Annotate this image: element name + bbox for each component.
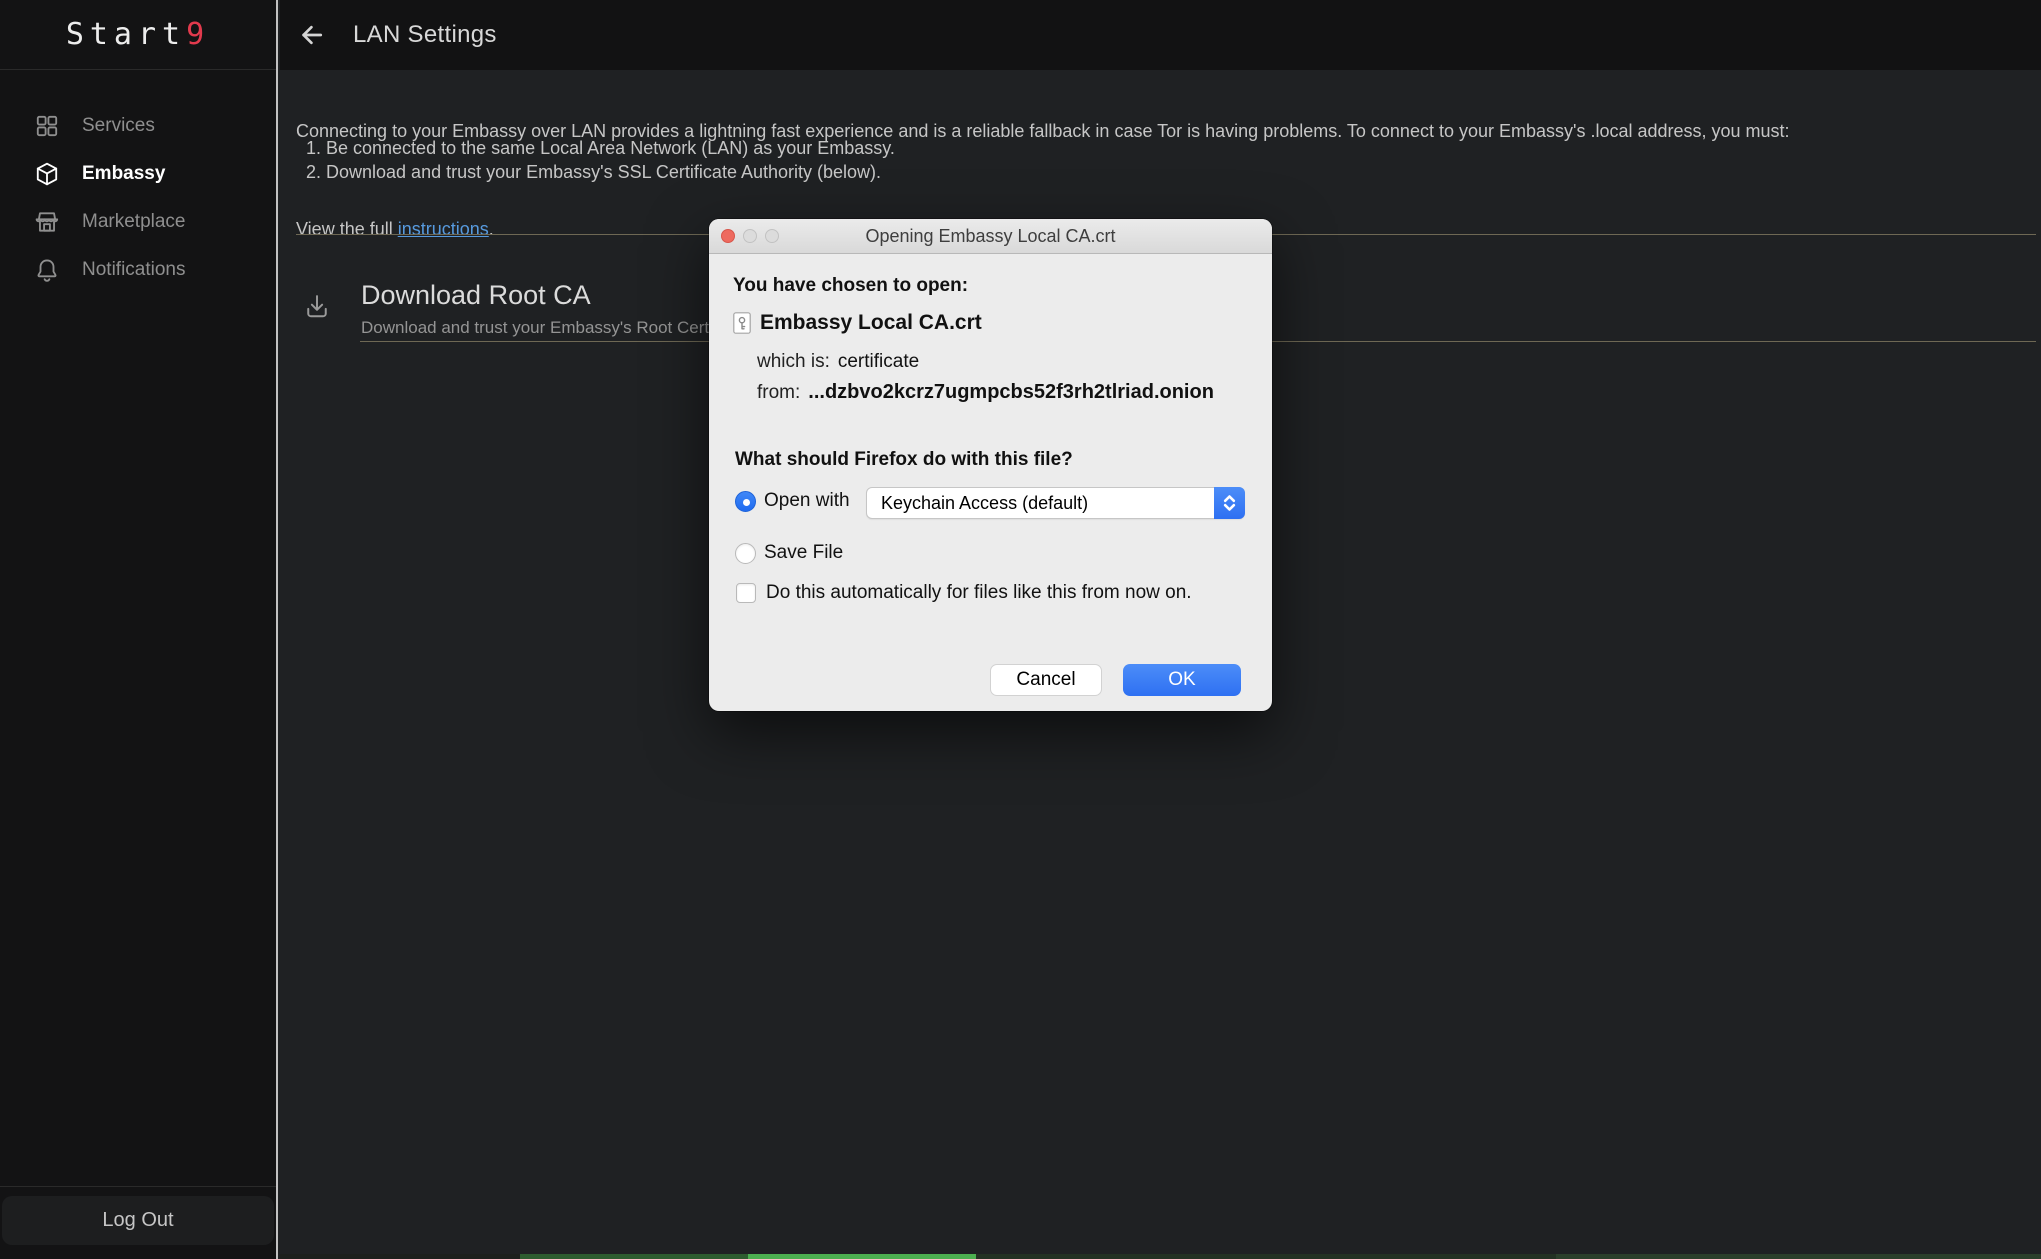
from-row: from: ...dzbvo2kcrz7ugmpcbs52f3rh2tlriad.… — [757, 381, 1214, 404]
app-root: Start9 Services Embassy Marketplace — [0, 0, 2041, 1259]
step-item: Be connected to the same Local Area Netw… — [326, 136, 895, 160]
save-file-radio[interactable] — [735, 543, 756, 564]
cube-icon — [34, 161, 60, 187]
file-name: Embassy Local CA.crt — [760, 311, 982, 335]
do-automatically-checkbox[interactable] — [736, 583, 756, 603]
ok-button[interactable]: OK — [1123, 664, 1241, 696]
start9-logo: Start9 — [0, 0, 276, 70]
sidebar: Start9 Services Embassy Marketplace — [0, 0, 278, 1259]
do-automatically-row: Do this automatically for files like thi… — [736, 581, 1192, 605]
bell-icon — [34, 257, 60, 283]
chosen-heading: You have chosen to open: — [733, 275, 968, 297]
select-stepper-icon — [1214, 487, 1245, 519]
from-value: ...dzbvo2kcrz7ugmpcbs52f3rh2tlriad.onion — [808, 381, 1214, 403]
download-progress-strip — [280, 1254, 2041, 1259]
close-window-button[interactable] — [721, 229, 735, 243]
page-header: LAN Settings — [280, 0, 2041, 70]
arrow-left-icon — [294, 21, 330, 49]
open-with-selected-value: Keychain Access (default) — [881, 488, 1088, 518]
do-automatically-label: Do this automatically for files like thi… — [766, 582, 1192, 604]
sidebar-item-notifications[interactable]: Notifications — [0, 246, 276, 294]
sidebar-item-label: Embassy — [82, 163, 165, 185]
logo-accent: 9 — [186, 17, 210, 52]
sidebar-item-label: Notifications — [82, 259, 186, 281]
which-is-label: which is: — [757, 351, 830, 372]
open-with-label: Open with — [764, 490, 850, 512]
sidebar-item-marketplace[interactable]: Marketplace — [0, 198, 276, 246]
instructions-link[interactable]: instructions — [398, 219, 489, 239]
dialog-body: You have chosen to open: Embassy Local C… — [709, 253, 1272, 711]
grid-icon — [34, 113, 60, 139]
sidebar-nav: Services Embassy Marketplace Notificatio… — [0, 102, 276, 294]
cancel-button[interactable]: Cancel — [990, 664, 1102, 696]
progress-segment — [1556, 1254, 2041, 1259]
log-out-button[interactable]: Log Out — [2, 1196, 274, 1245]
zoom-window-button[interactable] — [765, 229, 779, 243]
view-full-line: View the full instructions. — [296, 219, 494, 240]
steps-list: Be connected to the same Local Area Netw… — [296, 136, 895, 184]
view-full-prefix: View the full — [296, 219, 398, 239]
from-label: from: — [757, 382, 800, 403]
view-full-suffix: . — [489, 219, 494, 239]
sidebar-item-label: Marketplace — [82, 211, 186, 233]
logo-text: Start — [66, 17, 186, 52]
open-with-radio[interactable] — [735, 491, 756, 512]
storefront-icon — [34, 209, 60, 235]
back-button[interactable] — [294, 17, 330, 53]
progress-segment — [520, 1254, 748, 1259]
dialog-titlebar[interactable]: Opening Embassy Local CA.crt — [709, 219, 1272, 254]
minimize-window-button[interactable] — [743, 229, 757, 243]
step-item: Download and trust your Embassy's SSL Ce… — [326, 160, 895, 184]
download-icon — [303, 292, 331, 320]
traffic-lights — [721, 219, 779, 253]
file-row: Embassy Local CA.crt — [733, 311, 982, 335]
save-file-label: Save File — [764, 542, 843, 564]
save-file-row: Save File — [735, 541, 843, 565]
open-with-select[interactable]: Keychain Access (default) — [866, 487, 1245, 519]
sidebar-item-services[interactable]: Services — [0, 102, 276, 150]
open-with-row: Open with — [735, 489, 850, 513]
sidebar-item-label: Services — [82, 115, 155, 137]
sidebar-footer: Log Out — [0, 1186, 276, 1245]
sidebar-item-embassy[interactable]: Embassy — [0, 150, 276, 198]
which-is-value: certificate — [838, 351, 919, 372]
dialog-question: What should Firefox do with this file? — [735, 449, 1073, 471]
which-is-row: which is: certificate — [757, 351, 919, 373]
progress-segment — [748, 1254, 976, 1259]
certificate-file-icon — [733, 312, 751, 334]
dialog-title: Opening Embassy Local CA.crt — [865, 226, 1115, 247]
progress-segment — [976, 1254, 1556, 1259]
file-open-dialog: Opening Embassy Local CA.crt You have ch… — [709, 219, 1272, 711]
page-title: LAN Settings — [353, 21, 497, 49]
